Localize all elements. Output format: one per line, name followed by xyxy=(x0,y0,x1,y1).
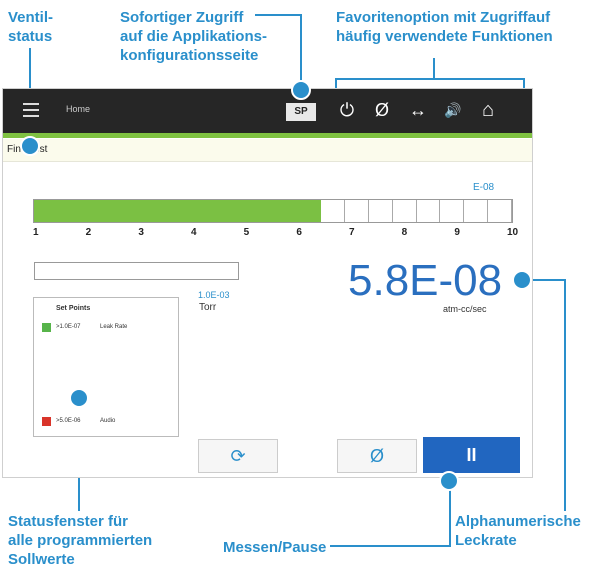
bar-segment xyxy=(416,200,441,222)
setpoints-title: Set Points xyxy=(56,305,91,312)
bar-segment xyxy=(57,200,82,222)
leak-rate-bar xyxy=(33,199,513,223)
bar-segment xyxy=(249,200,274,222)
setpoints-panel: Set Points >1.0E-07 Leak Rate >5.0E-06 A… xyxy=(33,297,179,437)
annotation-statusfenster: Statusfenster für alle programmierten So… xyxy=(8,512,152,569)
bar-tick-label: 7 xyxy=(349,227,355,238)
setpoint-leak-value: >1.0E-07 xyxy=(56,324,81,330)
bar-segment xyxy=(344,200,369,222)
annotation-line: status xyxy=(8,28,53,45)
bar-tick-label: 10 xyxy=(507,227,519,238)
bar-segment xyxy=(153,200,178,222)
bar-tick-label: 1 xyxy=(33,227,39,238)
bar-segment xyxy=(464,200,489,222)
setpoint-audio-label: Audio xyxy=(100,418,116,424)
annotation-messen-pause: Messen/Pause xyxy=(223,539,327,556)
annotation-line: Sollwerte xyxy=(8,551,75,568)
bar-segment xyxy=(81,200,106,222)
bar-tick-label: 9 xyxy=(454,227,460,238)
leader-line-fav-v xyxy=(433,58,435,78)
bar-segment xyxy=(201,200,226,222)
bar-segment xyxy=(296,200,321,222)
marker-dot-sp xyxy=(291,80,311,100)
bar-segment xyxy=(105,200,130,222)
bar-segment xyxy=(368,200,393,222)
leader-line-messen-h xyxy=(330,545,450,547)
arrows-icon[interactable]: ↔ xyxy=(406,99,430,121)
marker-dot-ventil xyxy=(20,136,40,156)
pause-button[interactable]: II xyxy=(423,437,520,473)
device-screen: Home SP ⏻ Ø ↔ 🔊 ⌂ Fine Test E-08 1 2 3 4 5 6 7… xyxy=(2,88,533,478)
leader-line-fav-h xyxy=(335,78,525,80)
bar-segment xyxy=(225,200,250,222)
leader-line-sp-h xyxy=(255,14,302,16)
bar-segment xyxy=(273,200,297,222)
leak-rate-unit: atm-cc/sec xyxy=(443,304,487,314)
sp-button[interactable]: SP xyxy=(286,103,316,121)
annotation-applikation: Sofortiger Zugriff auf die Applikations-… xyxy=(120,8,267,65)
annotation-line: auf die Applikations- xyxy=(120,28,267,45)
bar-segment xyxy=(129,200,154,222)
bar-segment xyxy=(34,200,58,222)
setpoint-audio-indicator xyxy=(42,417,51,426)
leak-rate-value: 5.8E-08 xyxy=(348,256,503,305)
speaker-icon[interactable]: 🔊 xyxy=(441,99,465,121)
menu-icon[interactable] xyxy=(23,103,39,117)
bar-segment xyxy=(320,200,345,222)
power-icon[interactable]: ⏻ xyxy=(335,99,359,121)
top-bar: Home SP ⏻ Ø ↔ 🔊 ⌂ xyxy=(3,89,532,133)
home-icon[interactable]: ⌂ xyxy=(476,99,500,121)
page-title: Home xyxy=(66,104,91,114)
bar-tick-label: 8 xyxy=(401,227,408,238)
bar-tick-label: 5 xyxy=(243,227,250,238)
setpoint-leak-label: Leak Rate xyxy=(100,324,128,330)
leader-line-sp-v xyxy=(300,14,302,90)
bar-tick-label: 6 xyxy=(296,227,302,238)
pressure-bar xyxy=(34,262,239,280)
setpoint-audio-value: >5.0E-06 xyxy=(56,418,81,424)
bar-exponent: E-08 xyxy=(473,182,495,193)
annotation-favoriten: Favoritenoption mit Zugriffauf häufig ve… xyxy=(336,8,553,46)
marker-dot-messen xyxy=(439,471,459,491)
bar-segment xyxy=(440,200,465,222)
bar-tick-label: 3 xyxy=(138,227,144,238)
annotation-line: alle programmierten xyxy=(8,532,153,549)
annotation-ventilstatus: Ventil- status xyxy=(8,8,53,46)
setpoint-leak-indicator xyxy=(42,323,51,332)
annotation-line: Ventil- xyxy=(8,9,54,26)
annotation-line: häufig verwendete Funktionen xyxy=(336,28,553,45)
leader-line-leck-v xyxy=(564,279,566,511)
annotation-line: konfigurationsseite xyxy=(120,47,259,64)
annotation-line: Leckrate xyxy=(455,532,517,549)
bar-segment xyxy=(392,200,417,222)
annotation-line: Sofortiger Zugriff xyxy=(120,9,244,26)
zero-icon[interactable]: Ø xyxy=(370,99,394,121)
bar-segment xyxy=(177,200,202,222)
annotation-line: Favoritenoption mit Zugriffauf xyxy=(336,9,551,26)
marker-dot-status xyxy=(69,388,89,408)
bar-segment xyxy=(488,200,513,222)
bar-tick-label: 2 xyxy=(85,227,92,238)
pressure-value: 1.0E-03 xyxy=(198,290,230,300)
refresh-button[interactable]: ⟳ xyxy=(198,439,278,473)
pressure-unit: Torr xyxy=(199,302,217,313)
bar-tick-label: 4 xyxy=(191,227,197,238)
annotation-line: Alphanumerische xyxy=(455,513,581,530)
annotation-line: Statusfenster für xyxy=(8,513,129,530)
marker-dot-leck xyxy=(512,270,532,290)
zero-button[interactable]: Ø xyxy=(337,439,417,473)
annotation-leckrate: Alphanumerische Leckrate xyxy=(455,512,581,550)
status-strip xyxy=(3,133,532,138)
mode-bar: Fine Test xyxy=(3,139,532,162)
